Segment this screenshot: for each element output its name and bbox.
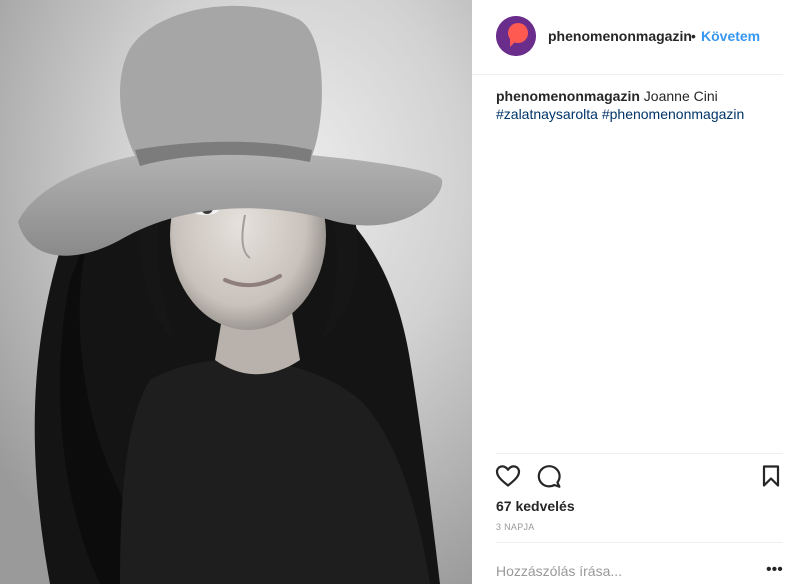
caption-text: Joanne Cini xyxy=(643,88,718,104)
hashtag-link[interactable]: #zalatnaysarolta xyxy=(496,106,598,122)
post-caption: phenomenonmagazin Joanne Cini #zalatnays… xyxy=(496,87,786,123)
header-username-link[interactable]: phenomenonmagazin xyxy=(548,28,692,44)
comment-divider xyxy=(496,542,783,543)
portrait-image xyxy=(0,0,472,584)
bookmark-icon[interactable] xyxy=(762,465,780,492)
like-count[interactable]: 67 kedvelés xyxy=(496,498,575,514)
post-photo[interactable] xyxy=(0,0,472,584)
brand-logo-icon xyxy=(496,16,536,56)
ellipsis-icon[interactable]: ••• xyxy=(766,560,783,580)
follow-button[interactable]: Követem xyxy=(701,28,760,44)
header-separator: • xyxy=(691,28,696,44)
post-timestamp[interactable]: 3 NAPJA xyxy=(496,522,535,532)
heart-outline-icon[interactable] xyxy=(495,464,521,493)
post-details-panel: phenomenonmagazin • Követem phenomenonma… xyxy=(472,0,801,584)
hashtag-link[interactable]: #phenomenonmagazin xyxy=(602,106,744,122)
caption-username-link[interactable]: phenomenonmagazin xyxy=(496,88,640,104)
post-header: phenomenonmagazin • Követem xyxy=(472,0,783,75)
speech-bubble-icon[interactable] xyxy=(536,464,562,494)
avatar[interactable] xyxy=(496,16,536,56)
comment-input[interactable] xyxy=(496,561,736,581)
actions-divider xyxy=(496,453,783,454)
